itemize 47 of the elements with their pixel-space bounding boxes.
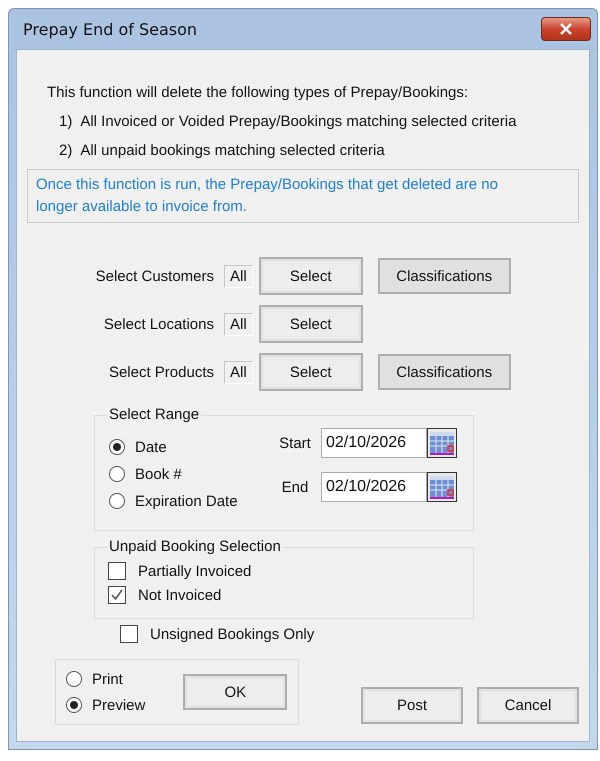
selector-label: Select Customers xyxy=(94,268,214,284)
radio-label: Expiration Date xyxy=(135,492,238,510)
classifications-button[interactable]: Classifications xyxy=(378,258,511,294)
selection-value: All xyxy=(224,312,253,336)
calendar-icon[interactable] xyxy=(427,472,457,502)
radio-button[interactable] xyxy=(66,697,82,713)
close-icon xyxy=(559,23,573,35)
window-title: Prepay End of Season xyxy=(23,20,198,38)
checkbox-label: Unsigned Bookings Only xyxy=(150,626,314,642)
post-button[interactable]: Post xyxy=(361,686,463,724)
close-button[interactable] xyxy=(541,17,591,41)
radio-button[interactable] xyxy=(109,466,125,482)
select-button[interactable]: Select xyxy=(258,305,363,343)
selector-label: Select Products xyxy=(108,364,214,380)
selector-label: Select Locations xyxy=(102,316,214,332)
date-field[interactable]: 02/10/2026 xyxy=(321,472,427,502)
selection-value: All xyxy=(224,360,253,384)
group-title: Select Range xyxy=(107,406,202,423)
radio-label: Print xyxy=(92,670,123,688)
checkbox[interactable] xyxy=(108,562,126,580)
checkbox-label: Partially Invoiced xyxy=(138,562,252,580)
checkbox[interactable] xyxy=(108,586,126,604)
date-field[interactable]: 02/10/2026 xyxy=(321,428,427,458)
checkbox-label: Not Invoiced xyxy=(138,586,222,604)
cancel-button[interactable]: Cancel xyxy=(477,686,579,724)
radio-button[interactable] xyxy=(66,671,82,687)
date-label: End xyxy=(280,478,310,496)
calendar-icon[interactable] xyxy=(427,428,457,458)
checkbox[interactable] xyxy=(120,625,138,643)
group-title: Unpaid Booking Selection xyxy=(107,538,283,555)
select-button[interactable]: Select xyxy=(258,353,363,391)
radio-button[interactable] xyxy=(109,493,125,509)
radio-label: Preview xyxy=(92,696,146,714)
list-number: 1) xyxy=(59,113,72,130)
classifications-button[interactable]: Classifications xyxy=(378,354,511,390)
date-label: Start xyxy=(278,434,312,452)
selection-value: All xyxy=(224,264,253,288)
radio-label: Date xyxy=(135,438,167,456)
radio-button[interactable] xyxy=(109,439,125,455)
select-button[interactable]: Select xyxy=(258,257,363,295)
criteria-text: All Invoiced or Voided Prepay/Bookings matching selected criteria xyxy=(80,113,516,130)
ok-button[interactable]: OK xyxy=(183,674,288,710)
criteria-text: All unpaid bookings matching selected criteria xyxy=(80,142,385,159)
intro-text: This function will delete the following types of Prepay/Bookings: xyxy=(47,84,470,101)
radio-label: Book # xyxy=(135,466,182,482)
list-number: 2) xyxy=(59,142,72,159)
notice-text: Once this function is run, the Prepay/Bookings that get deleted are no longer available to invoice from. xyxy=(27,169,579,223)
